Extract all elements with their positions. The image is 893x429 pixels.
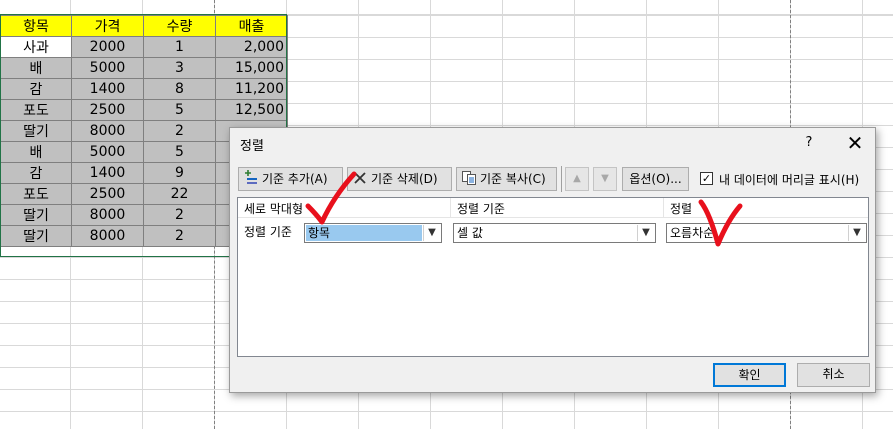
- add-level-button[interactable]: 기준 추가(A): [238, 167, 343, 191]
- table-cell[interactable]: 2000: [71, 36, 144, 58]
- table-row: 사과 2000 1 2,000: [0, 36, 288, 58]
- add-level-label: 기준 추가(A): [262, 172, 328, 186]
- ok-button[interactable]: 확인: [713, 363, 786, 387]
- header-cell-sales[interactable]: 매출: [215, 15, 288, 37]
- table-cell[interactable]: 11,200: [215, 78, 288, 100]
- table-cell[interactable]: 2: [143, 225, 216, 247]
- help-button[interactable]: ?: [798, 132, 820, 154]
- move-up-icon: ▲: [573, 173, 581, 184]
- table-cell[interactable]: 감: [0, 78, 72, 100]
- sort-on-value: 셀 값: [457, 226, 483, 240]
- copy-level-button[interactable]: 기준 복사(C): [456, 167, 557, 191]
- sort-column-select[interactable]: 항목 ▼: [304, 223, 442, 243]
- copy-level-label: 기준 복사(C): [480, 172, 546, 186]
- chevron-down-icon[interactable]: ▼: [637, 225, 654, 241]
- header-cell-qty[interactable]: 수량: [143, 15, 216, 37]
- table-cell[interactable]: 딸기: [0, 225, 72, 247]
- table-cell[interactable]: 포도: [0, 99, 72, 121]
- table-cell[interactable]: 9: [143, 162, 216, 184]
- move-down-button[interactable]: ▼: [593, 167, 617, 191]
- toolbar-separator: [561, 166, 562, 192]
- table-cell[interactable]: 3: [143, 57, 216, 79]
- header-cell-price[interactable]: 가격: [71, 15, 144, 37]
- table-cell[interactable]: 1400: [71, 162, 144, 184]
- delete-level-icon: [352, 170, 368, 186]
- table-cell[interactable]: 5: [143, 141, 216, 163]
- sort-order-select[interactable]: 오름차순 ▼: [666, 223, 867, 243]
- column-header-sort-on: 정렬 기준: [457, 202, 505, 216]
- table-cell[interactable]: 딸기: [0, 120, 72, 142]
- sort-order-value: 오름차순: [670, 226, 715, 240]
- table-cell[interactable]: 8000: [71, 225, 144, 247]
- add-level-icon: [243, 170, 259, 186]
- delete-level-button[interactable]: 기준 삭제(D): [347, 167, 452, 191]
- table-cell[interactable]: 배: [0, 57, 72, 79]
- dialog-title: 정렬: [240, 139, 264, 154]
- table-cell[interactable]: 22: [143, 183, 216, 205]
- header-cell-item[interactable]: 항목: [0, 15, 72, 37]
- table-cell[interactable]: 5: [143, 99, 216, 121]
- sort-on-select[interactable]: 셀 값 ▼: [453, 223, 656, 243]
- table-row: 포도 2500 5 12,500: [0, 99, 288, 121]
- table-cell[interactable]: 8000: [71, 204, 144, 226]
- header-divider: [238, 217, 868, 218]
- table-cell[interactable]: 1400: [71, 78, 144, 100]
- table-row: 감 1400 8 11,200: [0, 78, 288, 100]
- table-cell[interactable]: 배: [0, 141, 72, 163]
- table-cell[interactable]: 8: [143, 78, 216, 100]
- column-divider: [450, 198, 451, 217]
- copy-level-icon: [461, 170, 477, 186]
- table-cell[interactable]: 2,000: [215, 36, 288, 58]
- table-cell[interactable]: 12,500: [215, 99, 288, 121]
- chevron-down-icon[interactable]: ▼: [848, 225, 865, 241]
- column-header-order: 정렬: [670, 202, 693, 216]
- sort-dialog: 정렬 ? ✕ 기준 추가(A) 기준 삭제(D) 기준 복사(C) ▲ ▼ 옵션…: [229, 127, 876, 393]
- table-cell[interactable]: 감: [0, 162, 72, 184]
- move-down-icon: ▼: [601, 173, 609, 184]
- column-header-column: 세로 막대형: [244, 202, 304, 216]
- options-button[interactable]: 옵션(O)...: [622, 167, 689, 191]
- table-cell[interactable]: 2: [143, 204, 216, 226]
- move-up-button[interactable]: ▲: [565, 167, 589, 191]
- delete-level-label: 기준 삭제(D): [371, 172, 438, 186]
- column-divider: [663, 198, 664, 217]
- table-row: 배 5000 3 15,000: [0, 57, 288, 79]
- cancel-button[interactable]: 취소: [797, 363, 870, 387]
- table-cell[interactable]: 2500: [71, 183, 144, 205]
- table-cell[interactable]: 15,000: [215, 57, 288, 79]
- table-cell[interactable]: 5000: [71, 57, 144, 79]
- has-headers-label[interactable]: 내 데이터에 머리글 표시(H): [719, 171, 859, 188]
- has-headers-checkbox[interactable]: ✓: [700, 172, 713, 185]
- table-cell[interactable]: 2500: [71, 99, 144, 121]
- sort-level-label: 정렬 기준: [244, 225, 292, 239]
- close-button[interactable]: ✕: [835, 128, 875, 158]
- header-row: 항목 가격 수량 매출: [0, 15, 288, 37]
- sort-column-value: 항목: [308, 226, 331, 240]
- table-cell[interactable]: 2: [143, 120, 216, 142]
- table-cell[interactable]: 5000: [71, 141, 144, 163]
- table-cell[interactable]: 딸기: [0, 204, 72, 226]
- table-cell[interactable]: 포도: [0, 183, 72, 205]
- sort-levels-panel: 세로 막대형 정렬 기준 정렬 정렬 기준 항목 ▼ 셀 값 ▼ 오름차순 ▼: [237, 197, 869, 357]
- table-cell[interactable]: 1: [143, 36, 216, 58]
- chevron-down-icon[interactable]: ▼: [423, 225, 440, 241]
- table-cell[interactable]: 8000: [71, 120, 144, 142]
- table-cell[interactable]: 사과: [0, 36, 72, 58]
